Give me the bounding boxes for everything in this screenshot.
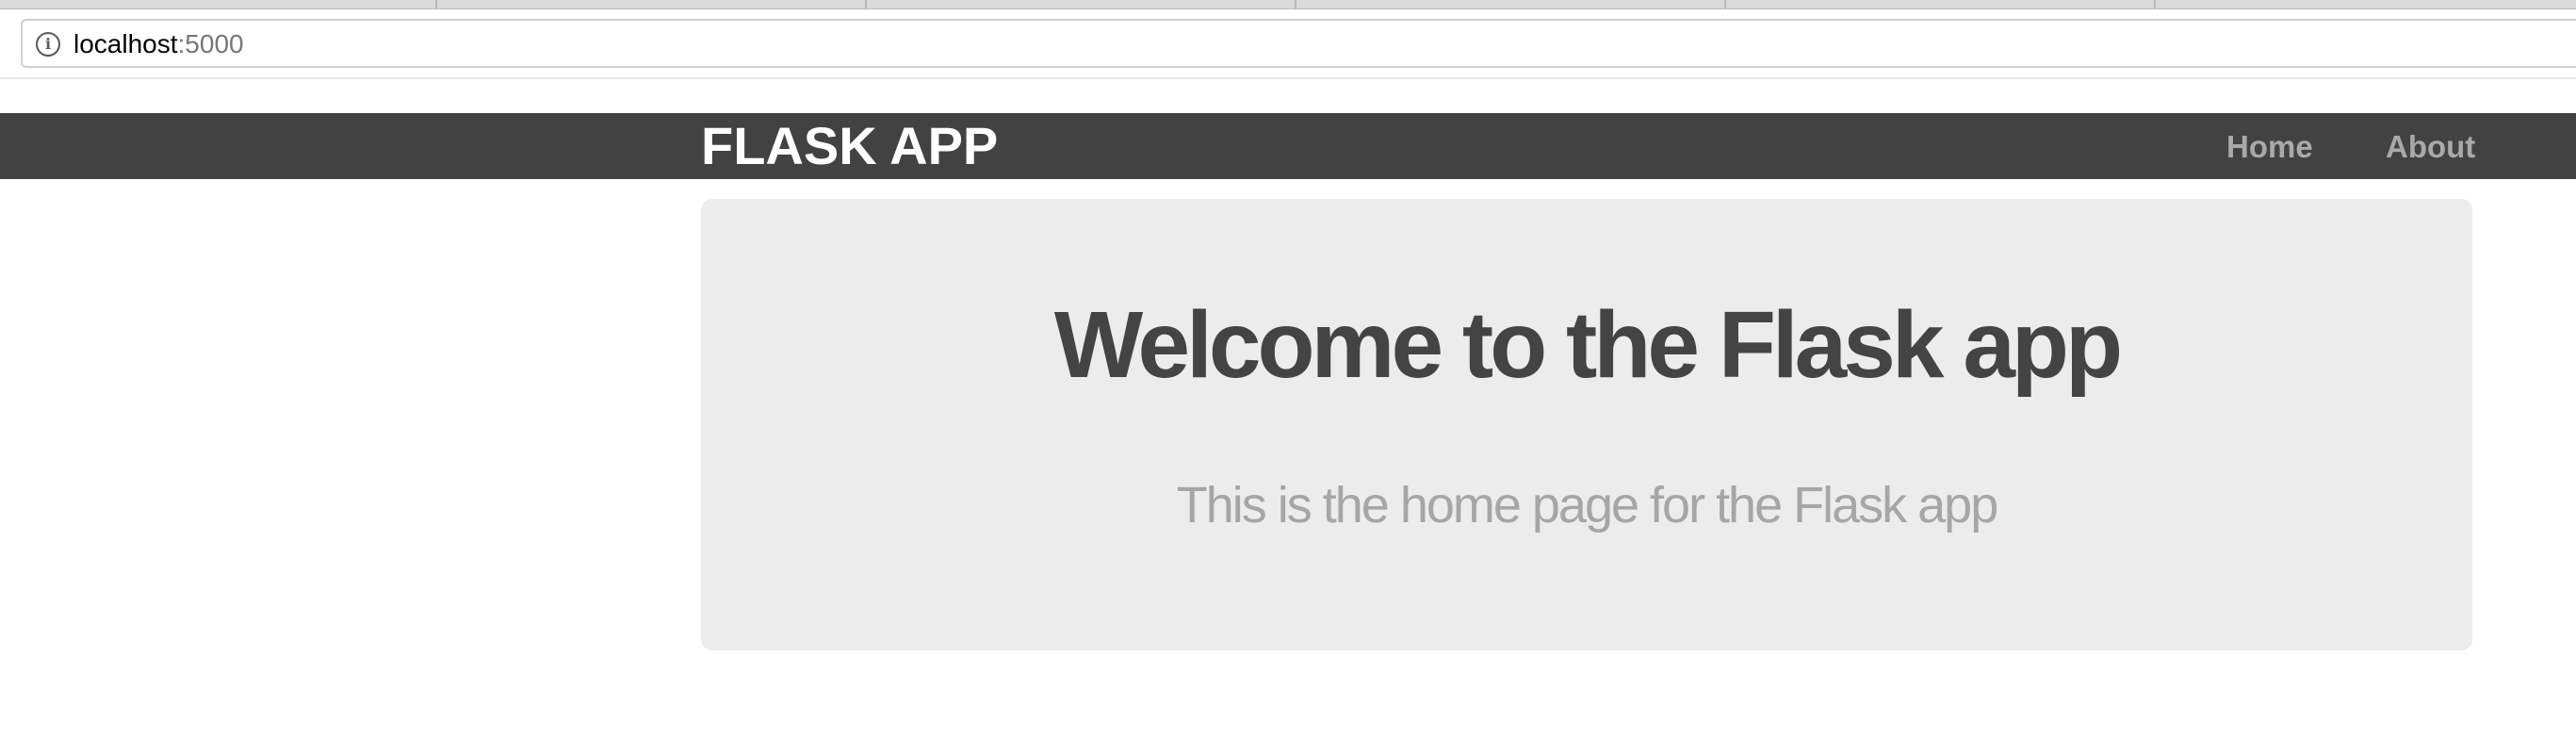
url-text[interactable]: localhost:5000 [73,31,244,57]
browser-toolbar: i localhost:5000 [0,9,2576,79]
jumbotron: Welcome to the Flask app This is the hom… [701,199,2472,650]
navbar: FLASK APP Home About [0,113,2576,179]
brand-link[interactable]: FLASK APP [701,119,998,173]
nav-link-about[interactable]: About [2386,130,2475,164]
browser-tab-strip [0,0,2576,9]
tab-separator [435,0,437,9]
tab-separator [865,0,867,9]
info-icon[interactable]: i [36,32,60,57]
page-title: Welcome to the Flask app [1053,292,2123,398]
url-host: localhost [73,29,178,58]
tab-separator [2154,0,2156,9]
tab-separator [1295,0,1296,9]
tab-separator [1724,0,1726,9]
address-bar[interactable]: i localhost:5000 [21,19,2576,68]
url-port: :5000 [177,29,244,58]
nav-link-home[interactable]: Home [2226,130,2313,164]
page-subtitle: This is the home page for the Flask app [1176,477,1999,534]
